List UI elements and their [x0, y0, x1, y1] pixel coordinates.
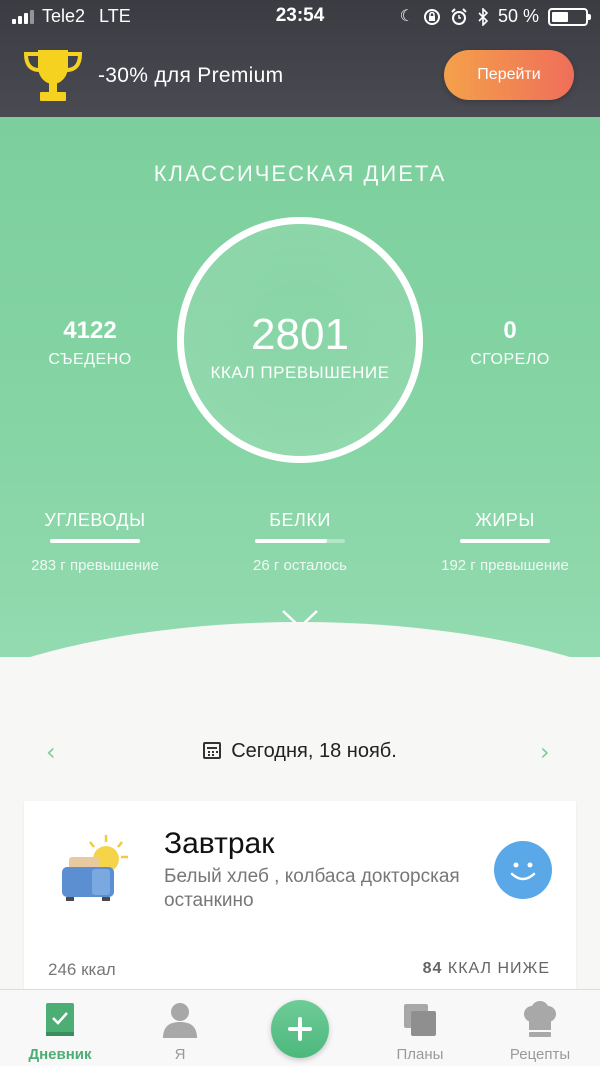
macro-detail: 283 г превышение: [31, 557, 159, 574]
eaten-label: СЪЕДЕНО: [48, 351, 132, 368]
smiley-icon[interactable]: [494, 841, 552, 899]
diary-icon: [46, 1003, 74, 1036]
bluetooth-icon: [478, 7, 489, 26]
tab-label: Дневник: [28, 1046, 92, 1063]
chef-hat-icon: [524, 1001, 556, 1037]
tab-bar: Дневник Я Планы Рецепты: [0, 989, 600, 1066]
tab-recipes[interactable]: Рецепты: [480, 990, 600, 1066]
tab-diary[interactable]: Дневник: [0, 990, 120, 1066]
macro-protein: БЕЛКИ 26 г осталось: [205, 510, 395, 574]
tab-me[interactable]: Я: [120, 990, 240, 1066]
meal-title: Завтрак: [164, 827, 275, 860]
kcal-value: 2801: [251, 310, 349, 359]
profile-icon: [163, 1003, 197, 1038]
alarm-icon: [451, 7, 467, 25]
burned-label: СГОРЕЛО: [470, 351, 550, 368]
battery-percent: 50 %: [497, 6, 539, 26]
diet-title: КЛАССИЧЕСКАЯ ДИЕТА: [153, 161, 447, 186]
status-bar: Tele2 LTE 23:54 ☾ 50 %: [0, 0, 600, 34]
date-text: Сегодня, 18 нояб.: [231, 740, 397, 762]
top-bar: Tele2 LTE 23:54 ☾ 50 % -30% для Premium …: [0, 0, 600, 117]
battery-icon: [548, 7, 591, 26]
tab-label: Планы: [396, 1046, 444, 1063]
macro-name: УГЛЕВОДЫ: [44, 510, 146, 530]
macro-progress-bar: [460, 539, 550, 543]
macro-fat: ЖИРЫ 192 г превышение: [410, 510, 600, 574]
chevron-down-icon[interactable]: [280, 607, 320, 631]
kcal-label: ККАЛ ПРЕВЫШЕНИЕ: [210, 363, 390, 382]
tab-plans[interactable]: Планы: [360, 990, 480, 1066]
macro-progress-bar: [255, 539, 345, 543]
meal-description: Белый хлеб , колбаса докторская останкин…: [164, 866, 460, 911]
next-day-icon[interactable]: ›: [540, 738, 550, 766]
meal-diff-number: 84: [422, 960, 443, 977]
calendar-icon: [203, 742, 222, 759]
meal-diff-text: ККАЛ НИЖЕ: [447, 960, 550, 977]
burned-stat: 0 СГОРЕЛО: [440, 317, 580, 369]
macro-carbs: УГЛЕВОДЫ 283 г превышение: [0, 510, 190, 574]
premium-promo: -30% для Premium Перейти: [0, 34, 600, 117]
macro-name: БЕЛКИ: [269, 510, 331, 530]
toaster-sun-icon: [62, 835, 128, 901]
meal-card-breakfast[interactable]: Завтрак Белый хлеб , колбаса докторская …: [24, 801, 576, 991]
calorie-summary: КЛАССИЧЕСКАЯ ДИЕТА 4122 СЪЕДЕНО 2801 ККА…: [0, 117, 600, 657]
burned-value: 0: [503, 317, 517, 344]
tab-label: Я: [174, 1046, 186, 1063]
date-navigation: ‹ Сегодня, 18 нояб. ›: [0, 730, 600, 774]
macro-progress-bar: [50, 539, 140, 543]
plans-icon: [404, 1004, 436, 1036]
macro-name: ЖИРЫ: [475, 510, 535, 530]
tab-label: Рецепты: [509, 1046, 571, 1063]
promo-text: -30% для Premium: [98, 64, 284, 87]
meal-kcal: 246 ккал: [48, 960, 116, 979]
eaten-value: 4122: [63, 317, 117, 344]
date-label[interactable]: Сегодня, 18 нояб.: [0, 740, 600, 763]
calorie-ring[interactable]: 2801 ККАЛ ПРЕВЫШЕНИЕ: [177, 217, 423, 463]
meal-kcal-difference: 84 ККАЛ НИЖЕ: [423, 960, 550, 978]
macro-detail: 192 г превышение: [441, 557, 569, 574]
macro-detail: 26 г осталось: [253, 557, 347, 574]
orientation-lock-icon: [423, 8, 440, 25]
promo-go-button[interactable]: Перейти: [444, 50, 574, 100]
plus-icon[interactable]: [271, 1000, 329, 1058]
eaten-stat: 4122 СЪЕДЕНО: [20, 317, 160, 369]
moon-icon: ☾: [399, 7, 414, 25]
trophy-icon: [23, 50, 83, 101]
